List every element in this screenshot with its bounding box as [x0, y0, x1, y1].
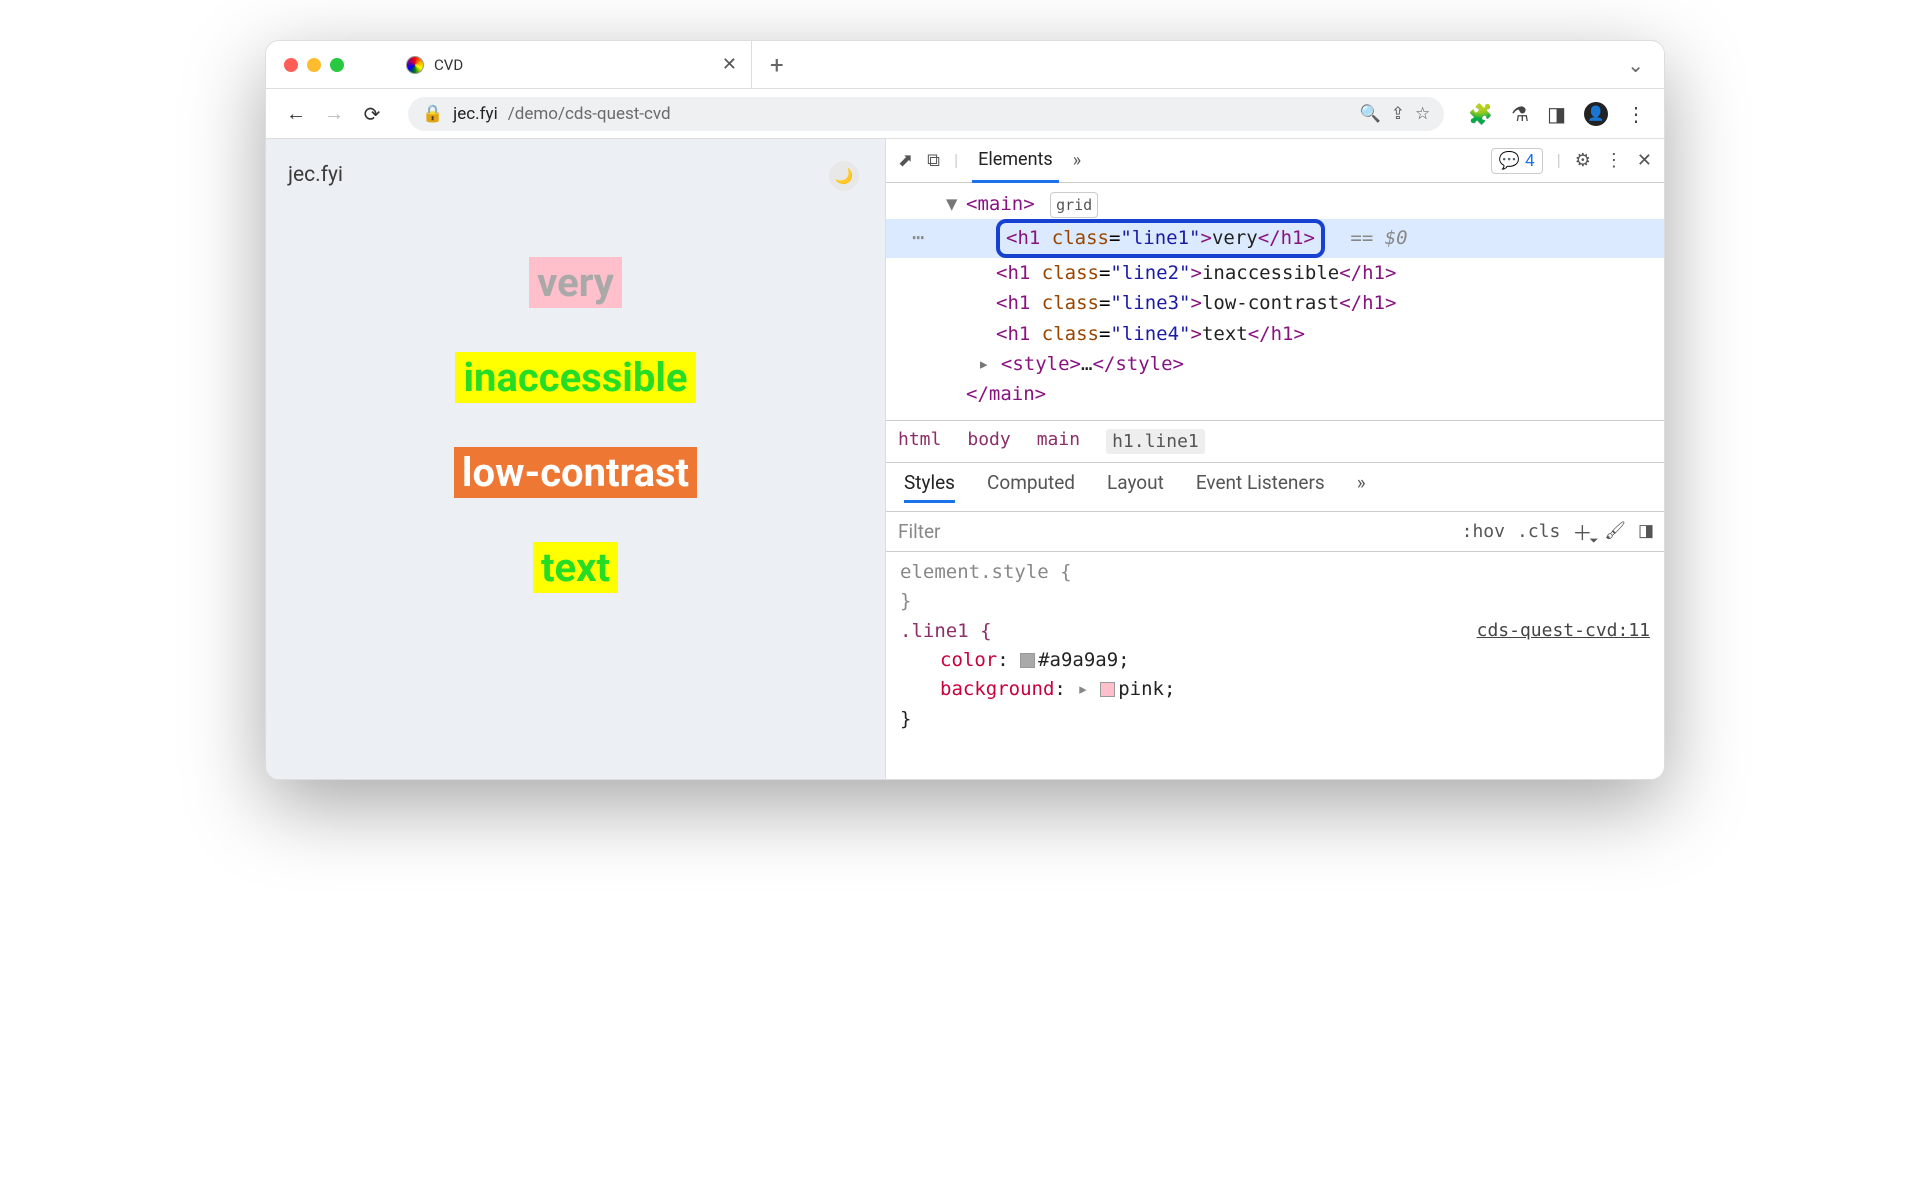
dom-node-h1-line3[interactable]: <h1 class="line3">low-contrast</h1>	[886, 288, 1664, 318]
maximize-window-button[interactable]	[330, 58, 344, 72]
titlebar: CVD ✕ + ⌄	[266, 41, 1664, 89]
element-style-close: }	[900, 590, 911, 612]
close-window-button[interactable]	[284, 58, 298, 72]
computed-sidebar-icon[interactable]: ◨	[1638, 521, 1654, 541]
browser-tab[interactable]: CVD ✕	[392, 41, 752, 89]
styles-toolbar: Filter :hov .cls ＋⏷ 🖌 ◨	[886, 512, 1664, 552]
profile-avatar[interactable]: 👤	[1584, 102, 1608, 126]
rule-close: }	[900, 708, 911, 730]
site-name: jec.fyi	[266, 139, 885, 187]
zoom-icon[interactable]: 🔍	[1360, 104, 1381, 124]
expand-icon[interactable]: ▼	[946, 189, 957, 219]
heading-line4[interactable]: text	[533, 542, 618, 593]
more-tabs-icon[interactable]: »	[1073, 150, 1081, 171]
minimize-window-button[interactable]	[307, 58, 321, 72]
devtools-panel: ⬈ ⧉ | Elements » 💬 4 | ⚙ ⋮ ✕ ▼ <main>	[886, 139, 1664, 779]
dom-tree[interactable]: ▼ <main> grid <h1 class="line1">very</h1…	[886, 183, 1664, 420]
dom-node-h1-line2[interactable]: <h1 class="line2">inaccessible</h1>	[886, 258, 1664, 288]
dom-node-h1-line1[interactable]: <h1 class="line1">very</h1> == $0	[886, 219, 1664, 257]
tab-event-listeners[interactable]: Event Listeners	[1196, 471, 1325, 503]
devtools-header: ⬈ ⧉ | Elements » 💬 4 | ⚙ ⋮ ✕	[886, 139, 1664, 183]
color-swatch-pink[interactable]	[1100, 682, 1115, 697]
toggle-cls[interactable]: .cls	[1517, 521, 1560, 542]
traffic-lights	[266, 58, 362, 72]
dom-node-h1-line4[interactable]: <h1 class="line4">text</h1>	[886, 319, 1664, 349]
forward-button[interactable]: →	[322, 101, 346, 126]
dom-node-style[interactable]: ▸ <style>…</style>	[886, 349, 1664, 379]
new-tab-button[interactable]: +	[752, 51, 802, 79]
tab-layout[interactable]: Layout	[1107, 471, 1164, 503]
prop-bg-name[interactable]: background	[940, 678, 1054, 700]
url-bar: ← → ⟳ 🔒 jec.fyi/demo/cds-quest-cvd 🔍 ⇪ ☆…	[266, 89, 1664, 139]
rule-selector[interactable]: .line1 {	[900, 620, 992, 642]
extensions-icon[interactable]: 🧩	[1468, 102, 1493, 126]
source-link[interactable]: cds-quest-cvd:11	[1477, 617, 1650, 645]
breadcrumb: html body main h1.line1	[886, 420, 1664, 463]
tab-title: CVD	[434, 56, 712, 74]
grid-badge[interactable]: grid	[1050, 192, 1098, 218]
dom-node-main[interactable]: ▼ <main> grid	[886, 189, 1664, 219]
prop-bg-val[interactable]: pink	[1118, 678, 1164, 700]
dollar-zero: == $0	[1350, 227, 1407, 249]
demo-content: very inaccessible low-contrast text	[266, 187, 885, 779]
heading-line2[interactable]: inaccessible	[455, 352, 695, 403]
side-panel-icon[interactable]: ◨	[1547, 102, 1566, 126]
lock-icon: 🔒	[422, 104, 443, 124]
close-devtools-icon[interactable]: ✕	[1637, 150, 1652, 171]
expand-shorthand-icon[interactable]: ▸	[1077, 678, 1088, 700]
styles-pane-tabs: Styles Computed Layout Event Listeners »	[886, 463, 1664, 512]
expand-tabs-icon[interactable]: ⌄	[1607, 53, 1664, 77]
heading-line3[interactable]: low-contrast	[454, 447, 697, 498]
kebab-menu-icon[interactable]: ⋮	[1605, 150, 1623, 171]
browser-window: CVD ✕ + ⌄ ← → ⟳ 🔒 jec.fyi/demo/cds-quest…	[265, 40, 1665, 780]
crumb-html[interactable]: html	[898, 429, 941, 454]
share-icon[interactable]: ⇪	[1391, 104, 1405, 124]
tab-styles[interactable]: Styles	[904, 471, 955, 503]
content: jec.fyi 🌙 very inaccessible low-contrast…	[266, 139, 1664, 779]
inspect-element-icon[interactable]: ⬈	[898, 150, 913, 171]
address-bar[interactable]: 🔒 jec.fyi/demo/cds-quest-cvd 🔍 ⇪ ☆	[408, 97, 1444, 131]
close-tab-icon[interactable]: ✕	[722, 54, 737, 75]
crumb-body[interactable]: body	[967, 429, 1010, 454]
favicon-icon	[406, 56, 424, 74]
labs-icon[interactable]: ⚗	[1511, 102, 1529, 126]
heading-line1[interactable]: very	[529, 257, 622, 308]
crumb-selected[interactable]: h1.line1	[1106, 429, 1205, 454]
styles-body[interactable]: element.style { } cds-quest-cvd:11 .line…	[886, 552, 1664, 741]
more-style-tabs-icon[interactable]: »	[1357, 471, 1366, 503]
url-domain: jec.fyi	[453, 104, 498, 124]
page-viewport: jec.fyi 🌙 very inaccessible low-contrast…	[266, 139, 886, 779]
dom-node-main-close[interactable]: </main>	[886, 379, 1664, 409]
tab-elements[interactable]: Elements	[972, 139, 1059, 183]
url-path: /demo/cds-quest-cvd	[508, 104, 671, 124]
menu-icon[interactable]: ⋮	[1626, 102, 1646, 126]
device-toolbar-icon[interactable]: ⧉	[927, 150, 940, 171]
new-style-rule-button[interactable]: ＋⏷	[1572, 517, 1592, 546]
styles-filter-input[interactable]: Filter	[896, 516, 1450, 547]
bookmark-icon[interactable]: ☆	[1415, 104, 1430, 124]
theme-toggle-button[interactable]: 🌙	[829, 161, 859, 191]
element-style-open: element.style {	[900, 561, 1072, 583]
paint-icon[interactable]: 🖌	[1604, 521, 1626, 541]
prop-color-val[interactable]: #a9a9a9	[1038, 649, 1118, 671]
toggle-hov[interactable]: :hov	[1462, 521, 1505, 542]
issues-icon: 💬	[1499, 151, 1520, 171]
prop-color-name[interactable]: color	[940, 649, 997, 671]
tab-computed[interactable]: Computed	[987, 471, 1075, 503]
settings-icon[interactable]: ⚙	[1575, 150, 1591, 171]
crumb-main[interactable]: main	[1037, 429, 1080, 454]
issues-count: 4	[1525, 151, 1535, 171]
color-swatch-gray[interactable]	[1020, 653, 1035, 668]
toolbar-icons: 🧩 ⚗ ◨ 👤 ⋮	[1468, 102, 1646, 126]
issues-badge[interactable]: 💬 4	[1491, 148, 1543, 174]
reload-button[interactable]: ⟳	[360, 102, 384, 126]
back-button[interactable]: ←	[284, 101, 308, 126]
